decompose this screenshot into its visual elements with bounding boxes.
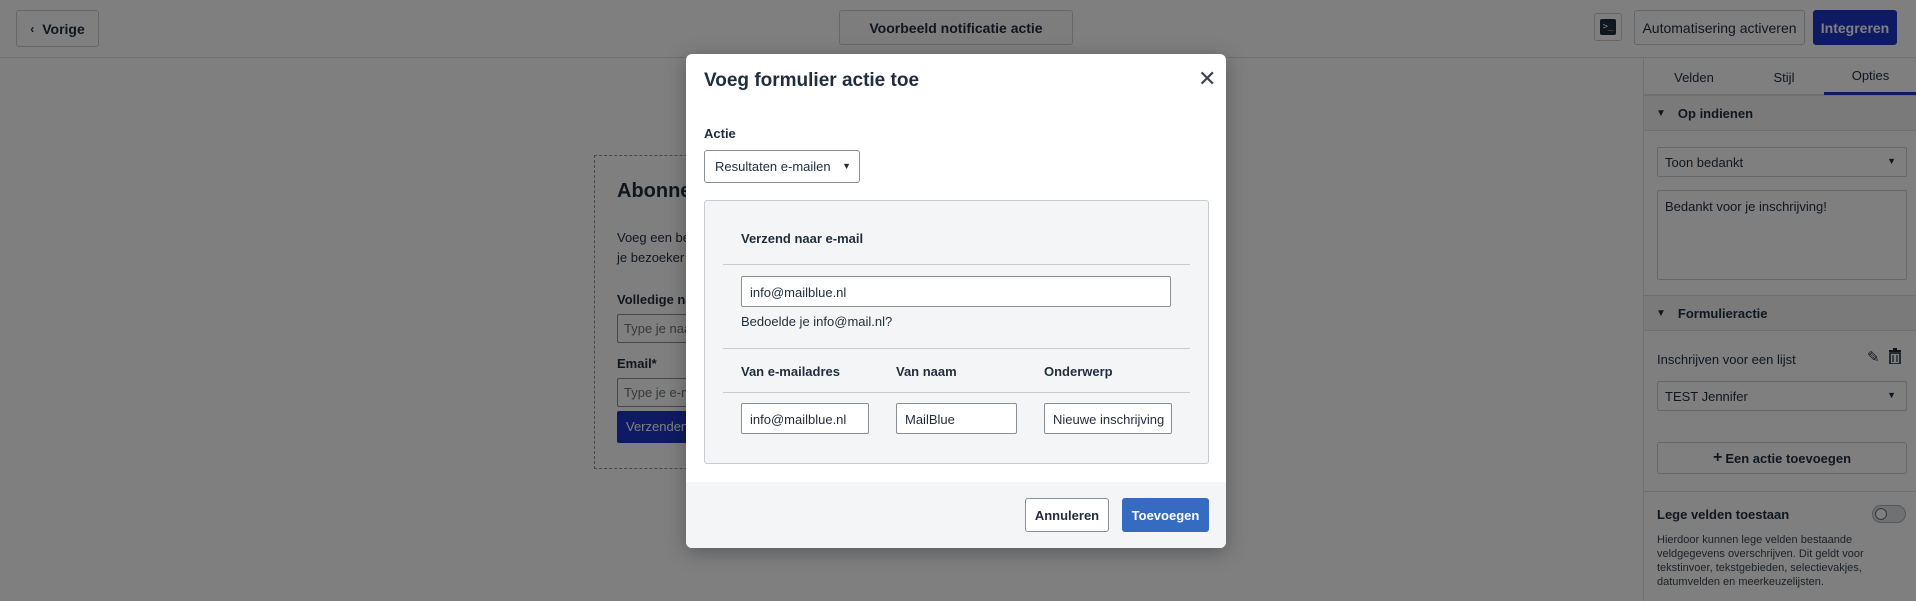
action-select[interactable]: Resultaten e-mailen ▼	[704, 150, 860, 183]
add-form-action-modal: Voeg formulier actie toe ✕ Actie Resulta…	[686, 54, 1226, 548]
from-name-input[interactable]: MailBlue	[896, 403, 1017, 434]
action-label: Actie	[704, 126, 736, 141]
email-results-settings: Verzend naar e-mail info@mailblue.nl Bed…	[704, 200, 1209, 464]
subject-heading: Onderwerp	[1044, 364, 1113, 379]
send-to-email-heading: Verzend naar e-mail	[741, 231, 864, 246]
action-select-value: Resultaten e-mailen	[715, 159, 831, 174]
cancel-button[interactable]: Annuleren	[1025, 498, 1109, 532]
from-email-heading: Van e-mailadres	[741, 364, 840, 379]
caret-down-icon: ▼	[842, 161, 851, 171]
from-name-heading: Van naam	[896, 364, 957, 379]
send-to-email-input[interactable]: info@mailblue.nl	[741, 276, 1171, 307]
subject-input[interactable]: Nieuwe inschrijving	[1044, 403, 1172, 434]
close-icon[interactable]: ✕	[1198, 68, 1216, 90]
settings-divider	[723, 392, 1190, 393]
settings-divider	[723, 264, 1190, 265]
add-button[interactable]: Toevoegen	[1122, 498, 1209, 532]
from-email-input[interactable]: info@mailblue.nl	[741, 403, 869, 434]
settings-divider	[723, 348, 1190, 349]
email-suggestion[interactable]: Bedoelde je info@mail.nl?	[741, 314, 892, 329]
modal-title: Voeg formulier actie toe	[704, 70, 920, 91]
